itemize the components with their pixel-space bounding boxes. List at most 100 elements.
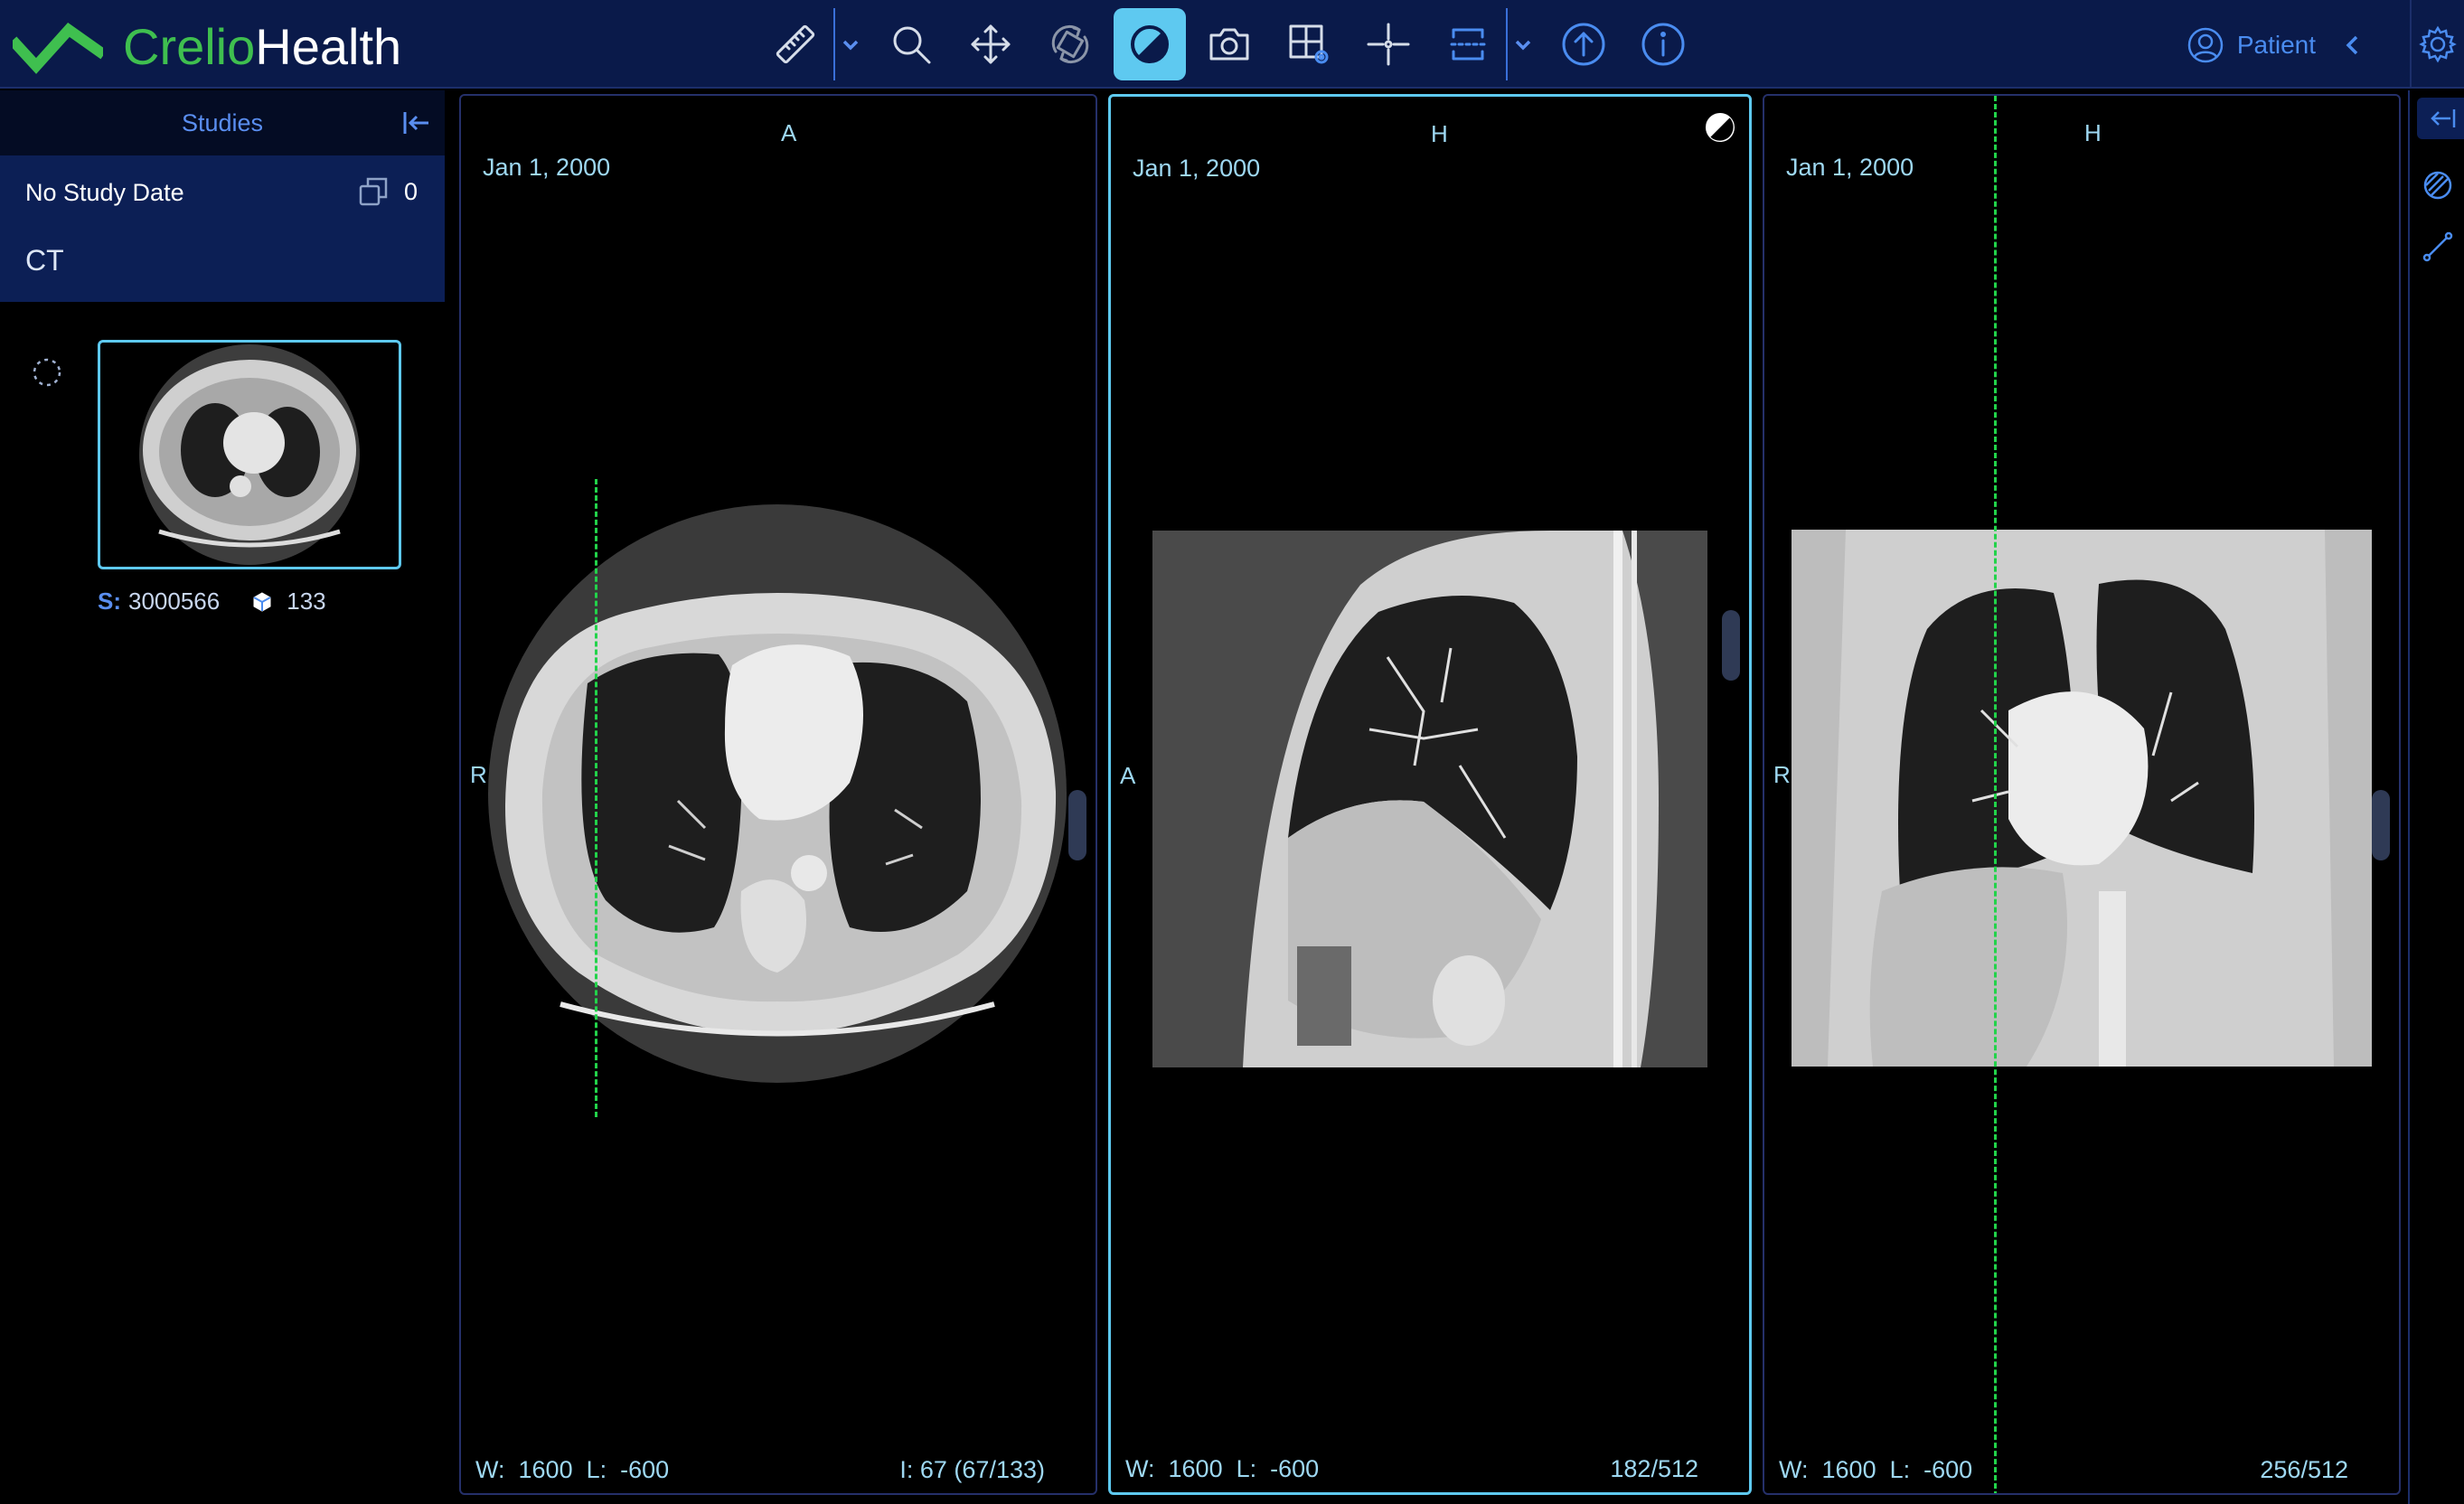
rotate-icon [1051, 25, 1089, 63]
viewport-coronal[interactable]: Jan 1, 2000 H R W: 1600 L: -600 256/512 [1763, 94, 2401, 1495]
window-value: 1600 [518, 1456, 573, 1483]
info-icon [1641, 23, 1685, 66]
right-tool-rail [2408, 90, 2464, 1504]
zoom-icon [893, 26, 931, 64]
segmentation-button[interactable] [2417, 164, 2459, 206]
rotate-tool-button[interactable] [1034, 8, 1106, 80]
ruler-icon [776, 24, 815, 64]
level-label: L: [586, 1456, 607, 1483]
level-value: -600 [1923, 1456, 1973, 1483]
orientation-top-label: H [2084, 119, 2102, 146]
main-toolbar [759, 7, 1707, 81]
studies-header: Studies [0, 90, 445, 155]
patient-panel-toggle[interactable]: Patient [2187, 20, 2365, 70]
study-count-value: 0 [403, 177, 418, 205]
series-info: S: 3000566 133 [98, 588, 326, 616]
window-level-indicator-icon [1706, 113, 1735, 142]
upload-icon [1562, 23, 1605, 66]
brand-logo: CrelioHealth [13, 14, 401, 78]
orientation-left-label: R [470, 761, 487, 788]
user-icon [2187, 27, 2224, 63]
measure-tool-button[interactable] [759, 8, 832, 80]
study-card[interactable]: No Study Date 0 CT [0, 155, 445, 302]
cube-icon [253, 591, 271, 612]
window-level-readout: W: 1600 L: -600 [475, 1456, 669, 1484]
window-level-icon [1131, 25, 1169, 63]
viewport-sagittal[interactable]: Jan 1, 2000 H A W: 1600 L: -600 182/512 [1108, 94, 1752, 1495]
pan-icon [971, 24, 1011, 64]
slice-index: 256/512 [2260, 1456, 2348, 1483]
mpr-dropdown-button[interactable] [1506, 8, 1538, 80]
capture-tool-button[interactable] [1193, 8, 1265, 80]
crosshair-icon [1367, 23, 1410, 66]
window-label: W: [1779, 1456, 1809, 1483]
app-header: CrelioHealth Patient [0, 0, 2464, 89]
studies-panel: Studies No Study Date 0 CT S: 3000566 13… [0, 90, 445, 1504]
patient-label: Patient [2236, 31, 2316, 59]
viewport-date: Jan 1, 2000 [483, 154, 611, 181]
level-value: -600 [1270, 1455, 1320, 1482]
viewport-scrollbar[interactable] [2372, 790, 2390, 860]
chevron-down-icon [1515, 40, 1531, 51]
window-value: 1600 [1821, 1456, 1876, 1483]
viewport-scrollbar[interactable] [1068, 790, 1086, 860]
study-date: No Study Date [25, 179, 184, 206]
loading-spinner-icon [31, 356, 63, 389]
measure-dropdown-button[interactable] [833, 8, 866, 80]
upload-button[interactable] [1547, 8, 1620, 80]
expand-right-panel-button[interactable] [2417, 98, 2464, 139]
brand-name-part1: Crelio [123, 17, 256, 75]
orientation-top-label: H [1431, 120, 1448, 147]
chevron-left-icon [2346, 35, 2358, 55]
window-level-tool-button[interactable] [1114, 8, 1186, 80]
series-number-label: S: [98, 588, 121, 615]
ct-thumbnail-image [139, 344, 360, 565]
collapse-panel-button[interactable] [400, 107, 432, 139]
sagittal-ct-image [1152, 531, 1707, 1067]
window-label: W: [1125, 1455, 1155, 1482]
viewport-axial[interactable]: Jan 1, 2000 A R W: 1600 L: -600 I: 67 (6… [459, 94, 1097, 1495]
level-value: -600 [620, 1456, 670, 1483]
series-instance-count: 133 [287, 588, 326, 615]
mpr-icon [1450, 28, 1486, 61]
viewport-date: Jan 1, 2000 [1133, 155, 1261, 182]
crosshair-tool-button[interactable] [1352, 8, 1425, 80]
camera-icon [1209, 28, 1249, 61]
series-number: 3000566 [128, 588, 221, 615]
collapse-left-icon [403, 112, 428, 134]
brand-name-part2: Health [255, 17, 402, 75]
window-level-readout: W: 1600 L: -600 [1779, 1456, 1972, 1484]
pan-tool-button[interactable] [955, 8, 1027, 80]
orientation-left-label: R [1773, 761, 1791, 788]
slice-index: I: 67 (67/133) [899, 1456, 1045, 1483]
reference-line-vertical[interactable] [595, 479, 597, 1117]
studies-title: Studies [181, 108, 264, 136]
layout-tool-button[interactable] [1273, 8, 1345, 80]
zoom-tool-button[interactable] [875, 8, 947, 80]
series-thumbnail[interactable] [98, 340, 401, 569]
arrow-left-icon [2431, 109, 2456, 127]
axial-ct-image [488, 504, 1067, 1083]
viewport-date: Jan 1, 2000 [1786, 154, 1914, 181]
orientation-top-label: A [781, 119, 797, 146]
level-label: L: [1236, 1455, 1257, 1482]
slice-index: 182/512 [1610, 1455, 1698, 1482]
info-button[interactable] [1627, 8, 1699, 80]
settings-button[interactable] [2410, 0, 2464, 89]
copy-icon [359, 177, 388, 206]
brand-name: CrelioHealth [123, 17, 401, 76]
gear-icon [2419, 25, 2457, 63]
checkmark-logo-icon [13, 23, 103, 74]
level-label: L: [1889, 1456, 1911, 1483]
reference-line-vertical[interactable] [1994, 96, 1997, 1493]
orientation-left-label: A [1120, 762, 1136, 789]
line-measure-button[interactable] [2417, 226, 2459, 268]
viewport-scrollbar[interactable] [1722, 610, 1740, 681]
layout-settings-icon [1289, 24, 1329, 64]
window-level-readout: W: 1600 L: -600 [1125, 1455, 1319, 1483]
window-value: 1600 [1168, 1455, 1223, 1482]
hatched-circle-icon [2423, 171, 2452, 200]
line-tool-icon [2422, 231, 2453, 262]
window-label: W: [475, 1456, 505, 1483]
mpr-tool-button[interactable] [1432, 8, 1504, 80]
